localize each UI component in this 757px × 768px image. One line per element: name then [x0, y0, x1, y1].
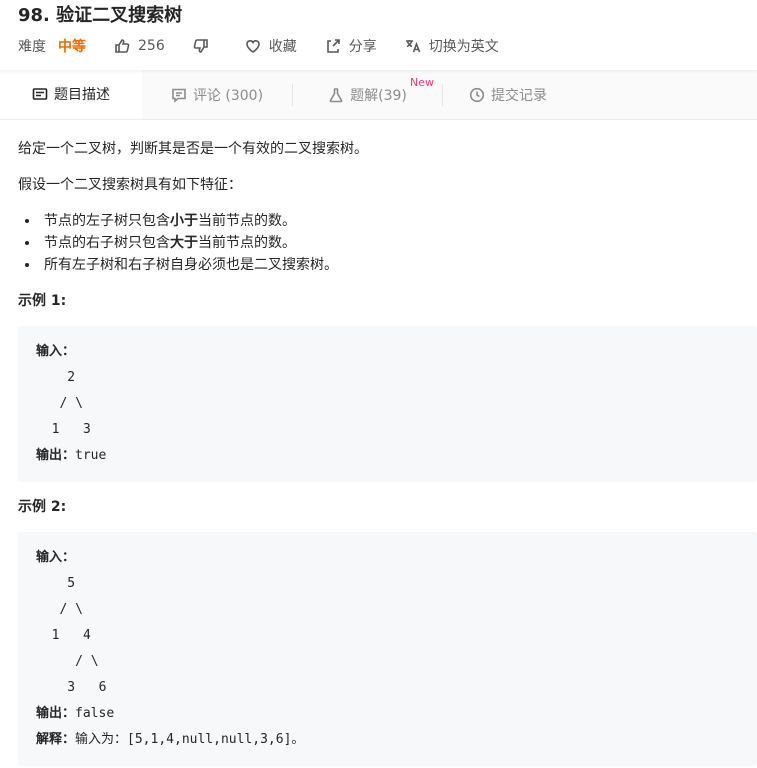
- problem-tabs: 题目描述 评论 (300) 题解(39) New 提交记录: [0, 70, 757, 120]
- favorite-label: 收藏: [268, 39, 297, 55]
- input-label: 输入：: [36, 550, 76, 565]
- dislike-button[interactable]: [193, 38, 217, 54]
- example-1-title: 示例 1:: [18, 293, 67, 309]
- problem-header: 98. 验证二叉搜索树 难度 中等 256 收藏 分享 切换为英文: [0, 0, 757, 70]
- list-item-text: 节点的右子树只包含: [44, 235, 170, 251]
- flask-icon: [329, 87, 343, 102]
- difficulty-value: 中等: [58, 39, 86, 55]
- list-item-emphasis: 小于: [170, 213, 198, 229]
- tab-comments-label: 评论 (300): [192, 87, 264, 104]
- explanation-end: 。: [291, 732, 305, 747]
- share-label: 分享: [348, 39, 377, 55]
- problem-meta-bar: 难度 中等 256 收藏 分享 切换为英文: [18, 28, 739, 64]
- explanation-label: 解释：: [36, 732, 76, 747]
- switch-language-button[interactable]: 切换为英文: [405, 36, 499, 56]
- tab-solutions-label: 题解(39): [350, 87, 407, 104]
- clock-icon: [469, 87, 485, 102]
- like-count: 256: [138, 38, 165, 54]
- tree-line: 2: [36, 370, 76, 385]
- new-badge: New: [410, 76, 434, 89]
- favorite-button[interactable]: 收藏: [245, 36, 297, 56]
- tab-submissions-label: 提交记录: [491, 87, 547, 104]
- tree-line: / \: [36, 396, 83, 411]
- list-item-text: 所有左子树和右子树自身必须也是二叉搜索树。: [44, 257, 338, 273]
- list-item-emphasis: 大于: [170, 235, 198, 251]
- share-icon: [326, 39, 340, 53]
- example-2-title: 示例 2:: [18, 499, 67, 515]
- problem-intro: 给定一个二叉树，判断其是否是一个有效的二叉搜索树。: [18, 141, 368, 157]
- input-label: 输入：: [36, 344, 76, 359]
- list-item-text: 当前节点的数。: [198, 235, 296, 251]
- example-1-block: 输入： 2 / \ 1 3 输出：true: [18, 326, 757, 482]
- list-item: 节点的右子树只包含大于当前节点的数。: [40, 232, 757, 254]
- explanation-code: [5,1,4,null,null,3,6]: [127, 732, 292, 747]
- tab-solutions[interactable]: 题解(39) New: [293, 70, 442, 119]
- tree-line: 3 6: [36, 680, 107, 695]
- output-label: 输出：: [36, 448, 76, 463]
- tree-line: / \: [36, 602, 83, 617]
- document-icon: [32, 88, 48, 100]
- translate-icon: [405, 40, 420, 53]
- comment-icon: [172, 88, 186, 103]
- output-value: false: [75, 706, 115, 721]
- share-button[interactable]: 分享: [325, 36, 377, 56]
- tab-description[interactable]: 题目描述: [0, 70, 142, 119]
- switch-language-label: 切换为英文: [428, 39, 499, 55]
- list-item: 所有左子树和右子树自身必须也是二叉搜索树。: [40, 254, 757, 276]
- output-label: 输出：: [36, 706, 76, 721]
- tree-line: 1 4: [36, 628, 91, 643]
- explanation-text: 输入为：: [75, 732, 128, 747]
- difficulty: 难度 中等: [18, 36, 86, 56]
- tree-line: 5: [36, 576, 76, 591]
- thumbs-down-icon: [193, 39, 208, 53]
- list-item: 节点的左子树只包含小于当前节点的数。: [40, 210, 757, 232]
- tree-line: 1 3: [36, 422, 91, 437]
- tree-line: / \: [36, 654, 99, 669]
- tab-description-label: 题目描述: [54, 87, 110, 103]
- problem-content: 给定一个二叉树，判断其是否是一个有效的二叉搜索树。 假设一个二叉搜索树具有如下特…: [0, 120, 757, 766]
- tab-submissions[interactable]: 提交记录: [443, 70, 573, 119]
- output-value: true: [75, 448, 107, 463]
- thumbs-up-icon: [115, 39, 130, 53]
- property-list: 节点的左子树只包含小于当前节点的数。 节点的右子树只包含大于当前节点的数。 所有…: [40, 210, 757, 276]
- heart-icon: [245, 40, 260, 53]
- list-item-text: 节点的左子树只包含: [44, 213, 170, 229]
- problem-title: 98. 验证二叉搜索树: [18, 5, 183, 26]
- difficulty-label: 难度: [18, 39, 46, 55]
- tab-comments[interactable]: 评论 (300): [142, 70, 292, 119]
- example-2-block: 输入： 5 / \ 1 4 / \ 3 6 输出：false 解释：输入为：[5…: [18, 532, 757, 766]
- list-item-text: 当前节点的数。: [198, 213, 296, 229]
- like-button[interactable]: 256: [114, 38, 165, 54]
- problem-assumption: 假设一个二叉搜索树具有如下特征：: [18, 177, 242, 193]
